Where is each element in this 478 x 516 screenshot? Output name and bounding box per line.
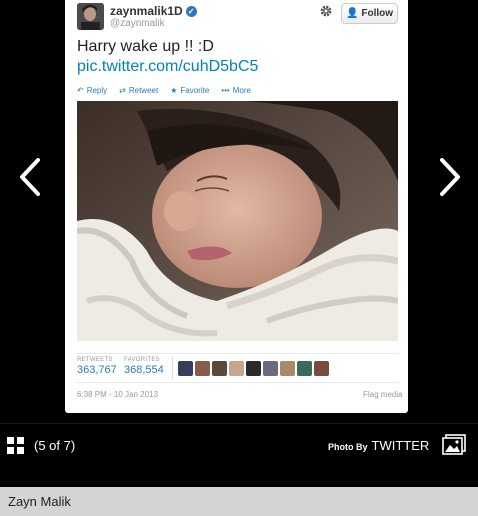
- tweet-text: Harry wake up !! :D: [77, 38, 214, 55]
- more-dots-icon: •••: [221, 86, 230, 95]
- photo-credit-source: TWITTER: [371, 438, 430, 453]
- previous-arrow-icon[interactable]: [14, 150, 44, 204]
- embedded-tweet: zaynmalik1D ✓ @zaynmalik 👤 Follow Harry w…: [65, 0, 408, 413]
- caption-bar: Zayn Malik: [0, 487, 478, 516]
- flag-media-link[interactable]: Flag media: [363, 390, 403, 399]
- tweet-media-link[interactable]: pic.twitter.com/cuhD5bC5: [77, 58, 258, 76]
- verified-badge-icon: ✓: [185, 6, 197, 17]
- avatar[interactable]: [297, 361, 312, 376]
- avatar[interactable]: [77, 3, 104, 30]
- retweet-icon: ⇄: [119, 86, 126, 95]
- follow-button[interactable]: 👤 Follow: [341, 3, 398, 24]
- add-user-icon: 👤: [345, 8, 359, 19]
- slideshow-viewer: zaynmalik1D ✓ @zaynmalik 👤 Follow Harry w…: [0, 0, 478, 423]
- avatar[interactable]: [246, 361, 261, 376]
- slide-counter: (5 of 7): [34, 438, 76, 453]
- tweet-stats: RETWEETS 363,767 FAVORITES 368,554: [77, 353, 398, 383]
- avatar[interactable]: [314, 361, 329, 376]
- follow-label: Follow: [361, 8, 394, 19]
- favorite-action[interactable]: ★ Favorite: [170, 86, 209, 95]
- retweet-action[interactable]: ⇄ Retweet: [119, 86, 158, 95]
- reply-icon: ↶: [77, 86, 84, 95]
- favorites-label: FAVORITES: [124, 357, 160, 363]
- photo-credit-label: Photo By: [328, 442, 368, 452]
- grid-view-icon[interactable]: [7, 437, 24, 454]
- slideshow-toolbar: (5 of 7) Photo By TWITTER: [0, 423, 478, 487]
- stats-divider: [172, 356, 173, 380]
- avatar[interactable]: [178, 361, 193, 376]
- photo-caption: Zayn Malik: [8, 494, 71, 509]
- user-handle[interactable]: @zaynmalik: [110, 18, 165, 29]
- favorites-stat[interactable]: FAVORITES 368,554: [124, 357, 164, 376]
- more-action[interactable]: ••• More: [221, 86, 251, 95]
- user-name[interactable]: zaynmalik1D ✓: [110, 4, 197, 18]
- retweets-label: RETWEETS: [77, 357, 113, 363]
- avatar[interactable]: [280, 361, 295, 376]
- favoriters-avatars: [178, 361, 329, 376]
- tweet-timestamp[interactable]: 6:38 PM - 10 Jan 2013: [77, 390, 158, 399]
- tweet-actions: ↶ Reply ⇄ Retweet ★ Favorite ••• More: [77, 86, 251, 95]
- star-icon: ★: [170, 86, 178, 95]
- next-arrow-icon[interactable]: [436, 150, 466, 204]
- gear-icon[interactable]: [319, 4, 333, 18]
- retweets-count: 363,767: [77, 364, 117, 376]
- favorites-count: 368,554: [124, 364, 164, 376]
- avatar[interactable]: [212, 361, 227, 376]
- gallery-icon[interactable]: [442, 434, 466, 456]
- avatar[interactable]: [263, 361, 278, 376]
- avatar[interactable]: [229, 361, 244, 376]
- tweet-photo[interactable]: [77, 101, 398, 341]
- reply-action[interactable]: ↶ Reply: [77, 86, 107, 95]
- avatar[interactable]: [195, 361, 210, 376]
- photo-credit: Photo By TWITTER: [328, 438, 429, 453]
- retweets-stat[interactable]: RETWEETS 363,767: [77, 357, 117, 376]
